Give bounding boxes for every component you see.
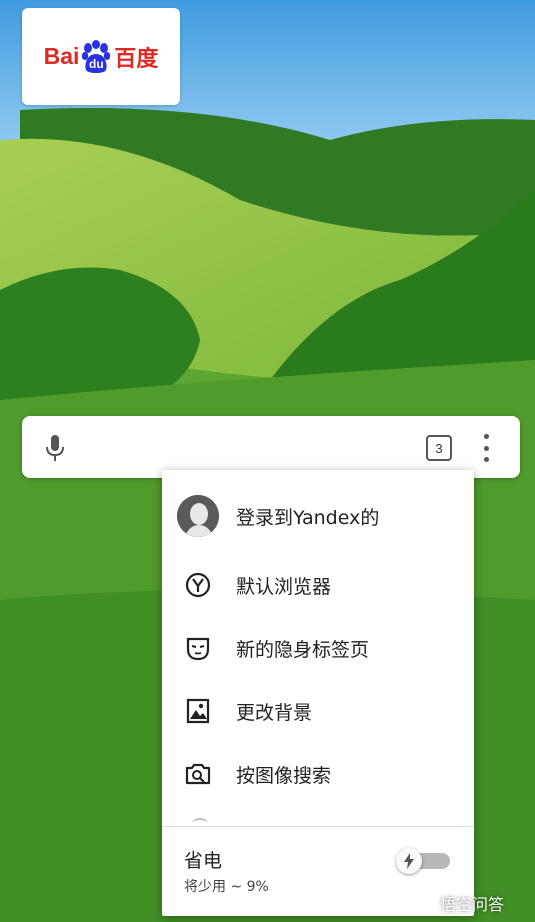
menu-item-change-background[interactable]: 更改背景 bbox=[162, 683, 474, 739]
more-menu-button[interactable] bbox=[476, 434, 496, 462]
menu-divider bbox=[162, 826, 474, 827]
dot-icon bbox=[483, 445, 489, 451]
power-saving-subtitle: 将少用 ~ 9% bbox=[184, 879, 269, 895]
menu-item-label: 按图像搜索 bbox=[236, 764, 332, 787]
power-saving-toggle[interactable] bbox=[396, 848, 450, 874]
paw-icon: du bbox=[81, 39, 111, 74]
image-icon bbox=[184, 697, 212, 725]
overflow-menu: 登录到Yandex的 默认浏览器 新的隐身标签页 更改背景 按图像搜索 省电 将… bbox=[162, 470, 474, 916]
logo-paw-text: du bbox=[89, 56, 104, 71]
tab-count-value: 3 bbox=[435, 440, 443, 456]
power-saving-title: 省电 bbox=[184, 850, 223, 872]
search-bar[interactable]: 3 bbox=[22, 416, 520, 478]
menu-item-incognito-tab[interactable]: 新的隐身标签页 bbox=[162, 620, 474, 676]
menu-item-login[interactable]: 登录到Yandex的 bbox=[162, 488, 474, 544]
watermark-text: 悟空问答 bbox=[440, 895, 505, 914]
baidu-logo-card: Bai du 百度 bbox=[22, 8, 180, 105]
user-avatar-icon bbox=[177, 495, 219, 537]
watermark: 悟空问答 bbox=[410, 890, 504, 916]
partial-menu-icon bbox=[192, 818, 208, 830]
menu-item-label: 登录到Yandex的 bbox=[236, 506, 380, 529]
menu-item-search-by-image[interactable]: 按图像搜索 bbox=[162, 746, 474, 802]
microphone-icon[interactable] bbox=[42, 433, 68, 463]
logo-latin-text: Bai bbox=[43, 43, 80, 69]
logo-chinese-text: 百度 bbox=[114, 45, 159, 71]
watermark-logo-icon bbox=[410, 890, 436, 916]
dot-icon bbox=[483, 457, 489, 462]
lightning-icon bbox=[396, 848, 422, 874]
baidu-logo: Bai du 百度 bbox=[43, 39, 159, 74]
incognito-mask-icon bbox=[184, 634, 212, 662]
menu-item-label: 新的隐身标签页 bbox=[236, 638, 370, 661]
camera-search-icon bbox=[184, 760, 212, 788]
menu-item-label: 更改背景 bbox=[236, 701, 313, 724]
tab-count-button[interactable]: 3 bbox=[426, 435, 452, 461]
yandex-y-icon bbox=[184, 571, 212, 599]
menu-item-label: 默认浏览器 bbox=[236, 575, 332, 598]
dot-icon bbox=[483, 434, 489, 439]
menu-item-default-browser[interactable]: 默认浏览器 bbox=[162, 557, 474, 613]
